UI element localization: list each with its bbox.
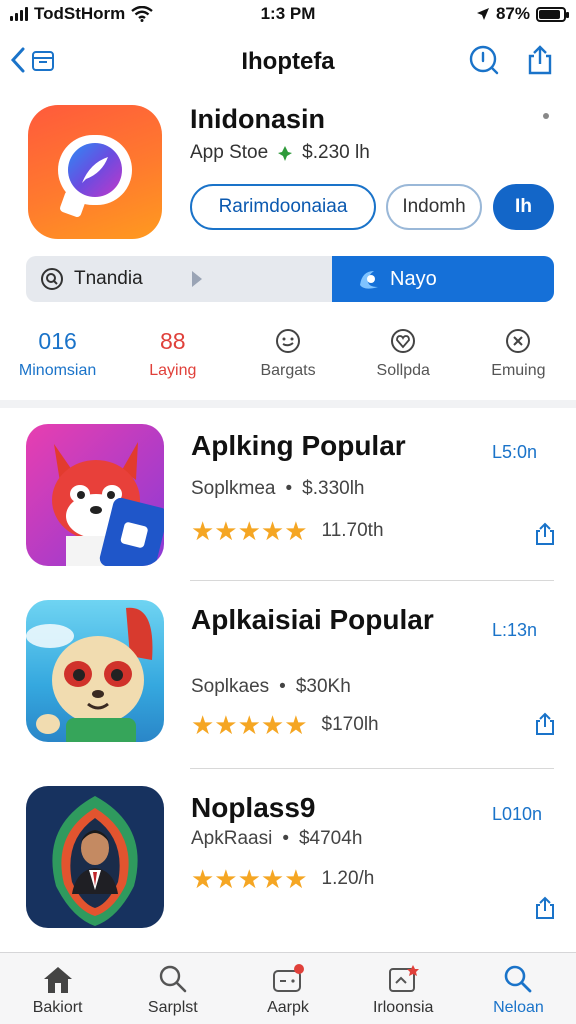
developer-label: ApkRaasi	[191, 828, 273, 849]
secondary-action-button[interactable]: Indomh	[386, 184, 482, 230]
rating-count: 1.20/h	[321, 868, 375, 889]
rating-count: $170lh	[321, 714, 379, 735]
home-icon	[43, 967, 72, 993]
get-button[interactable]: Ih	[493, 184, 554, 230]
stat-label: Laying	[149, 362, 197, 379]
developer-label: Soplkaes	[191, 676, 270, 697]
price-label: $30Kh	[295, 676, 351, 697]
star-rating-icon: ★★★★★	[191, 864, 308, 894]
app-thumbnail-portrait	[26, 786, 164, 928]
wave-icon	[360, 271, 378, 289]
more-dot-icon[interactable]	[543, 113, 549, 119]
primary-action-button[interactable]: Rarimdoonaiaa	[190, 184, 376, 230]
star-rating-icon: ★★★★★	[191, 710, 308, 740]
smile-icon	[276, 329, 300, 353]
stat-label: Sollpda	[376, 362, 430, 379]
info-search-icon[interactable]	[468, 44, 500, 76]
item-action-label[interactable]: L010n	[492, 804, 542, 825]
app-meta: App Stoe $.230 lh	[190, 142, 370, 164]
store-label: App Stoe	[190, 142, 269, 163]
apps-icon	[389, 965, 420, 992]
share-icon[interactable]	[534, 522, 556, 546]
close-circle-icon	[506, 329, 531, 353]
stats-row: 016 Minomsian 88 Laying Bargats Sollpda	[0, 328, 576, 388]
segment-right[interactable]: Nayo	[332, 256, 554, 302]
games-icon	[273, 964, 304, 992]
list-separator	[190, 768, 554, 769]
price-label: $4704h	[298, 828, 363, 849]
search-icon	[159, 965, 187, 993]
tab-bakiort[interactable]: Bakiort	[0, 953, 115, 1024]
rating-row: ★★★★★ 11.70th	[191, 518, 384, 544]
share-icon[interactable]	[534, 712, 556, 736]
app-thumbnail-fox	[26, 424, 164, 566]
search-icon	[505, 965, 532, 993]
leaf-icon	[278, 146, 293, 161]
creature-mascot-icon	[26, 607, 153, 742]
stat-label: Minomsian	[18, 362, 97, 379]
tab-aarpk[interactable]: Aarpk	[230, 953, 345, 1024]
app-subtitle: ApkRaasi • $4704h	[191, 828, 362, 850]
fox-mascot-icon	[52, 442, 164, 566]
portrait-badge-icon	[52, 796, 138, 926]
app-subtitle: Soplkaes • $30Kh	[191, 676, 351, 698]
segment-right-label: Nayo	[390, 267, 437, 290]
feather-icon	[82, 157, 108, 183]
price-label: $.330lh	[302, 478, 365, 499]
clock: 1:3 PM	[260, 4, 316, 23]
item-action-label[interactable]: L5:0n	[492, 442, 537, 463]
star-rating-icon: ★★★★★	[191, 516, 308, 546]
bullet: •	[285, 478, 293, 499]
tab-label: Neloan	[493, 999, 544, 1016]
tab-label: Irloonsia	[372, 999, 434, 1016]
app-title: Aplkaisiai Popular	[191, 604, 434, 635]
play-arrow-icon	[192, 271, 202, 287]
app-thumbnail-creature	[26, 600, 164, 742]
segment-left-label: Tnandia	[74, 268, 143, 289]
stat-emuing[interactable]: Emuing	[461, 328, 576, 388]
stat-label: Bargats	[260, 362, 316, 379]
search-circle-icon	[41, 268, 63, 290]
stat-value: 016	[38, 327, 77, 354]
tab-label: Sarplst	[147, 999, 198, 1016]
app-title: Aplking Popular	[191, 430, 406, 461]
stat-sollpda[interactable]: Sollpda	[346, 328, 461, 388]
stat-laying[interactable]: 88 Laying	[115, 328, 230, 388]
tab-label: Aarpk	[267, 999, 309, 1016]
item-action-label[interactable]: L:13n	[492, 620, 537, 641]
rating-count: 11.70th	[321, 520, 384, 541]
section-divider	[0, 400, 576, 408]
bullet: •	[282, 828, 289, 849]
app-name: Inidonasin	[190, 104, 325, 134]
share-icon[interactable]	[524, 44, 556, 76]
segment-control[interactable]: Tnandia Nayo	[26, 256, 554, 302]
app-subtitle: Soplkmea • $.330lh	[191, 478, 365, 500]
tab-irloonsia[interactable]: Irloonsia	[346, 953, 461, 1024]
rating-row: ★★★★★ 1.20/h	[191, 866, 374, 892]
tab-label: Bakiort	[32, 999, 83, 1016]
navigation-bar: Ihoptefa	[0, 36, 576, 88]
share-icon[interactable]	[534, 896, 556, 920]
stat-bargats[interactable]: Bargats	[230, 328, 345, 388]
tab-neloan[interactable]: Neloan	[461, 953, 576, 1024]
developer-label: Soplkmea	[191, 478, 276, 499]
app-price: $.230 lh	[302, 142, 370, 163]
rating-row: ★★★★★ $170lh	[191, 712, 379, 738]
bullet: •	[279, 676, 286, 697]
battery-icon	[536, 6, 569, 22]
app-icon[interactable]	[28, 105, 162, 239]
list-separator	[190, 580, 554, 581]
stat-value: 88	[160, 327, 186, 354]
tab-bar: Bakiort Sarplst Aarpk Irloonsia Neloan	[0, 952, 576, 1024]
segment-left[interactable]: Tnandia	[40, 256, 143, 302]
status-bar: TodStHorm 1:3 PM 87%	[0, 0, 576, 28]
heart-icon	[391, 329, 416, 353]
app-title: Noplass9	[191, 792, 316, 823]
tab-sarplst[interactable]: Sarplst	[115, 953, 230, 1024]
stat-minomsian[interactable]: 016 Minomsian	[0, 328, 115, 388]
stat-label: Emuing	[491, 362, 546, 379]
chat-bubble-icon	[58, 135, 132, 205]
